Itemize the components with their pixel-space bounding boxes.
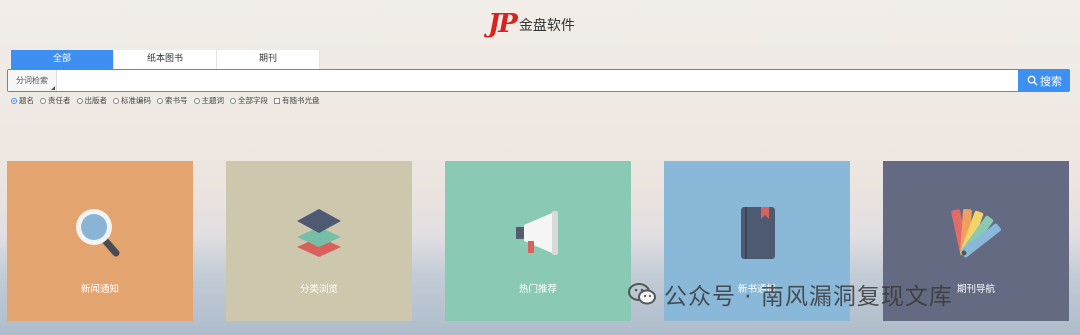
book-icon [741,207,775,259]
color-swatch-icon [951,208,1001,258]
field-option-label: 题名 [19,96,34,105]
field-option-label: 有随书光盘 [282,96,320,105]
search-bar: 分词检索 搜索 [7,69,1070,92]
search-scope-tabs: 全部 纸本图书 期刊 [11,50,320,69]
logo-mark: JP [488,9,518,39]
field-option-label: 责任者 [48,96,71,105]
search-button-label: 搜索 [1040,74,1062,88]
megaphone-icon [516,211,558,255]
field-option-cd-attached[interactable]: 有随书光盘 [274,95,320,106]
field-option-all-fields[interactable]: 全部字段 [230,95,268,106]
layers-icon [297,209,341,257]
card-label: 分类浏览 [299,284,338,295]
field-option-call-number[interactable]: 索书号 [157,95,188,106]
field-option-label: 索书号 [165,96,188,105]
field-option-standard-code[interactable]: 标准编码 [113,95,151,106]
search-type-select[interactable]: 分词检索 [8,70,57,91]
tab-print-books[interactable]: 纸本图书 [114,50,217,69]
field-option-title[interactable]: 题名 [11,95,34,106]
card-categories[interactable]: 分类浏览 [226,161,412,321]
tab-all[interactable]: 全部 [11,50,114,69]
checkbox-icon [274,97,280,104]
field-option-label: 主题词 [201,96,225,105]
logo[interactable]: JP 金盘软件 [488,8,575,38]
wechat-icon [628,283,656,305]
field-option-subject[interactable]: 主题词 [193,95,225,106]
card-hot-recommend[interactable]: 热门推荐 [445,161,631,321]
radio-icon [76,97,83,104]
search-icon [1027,75,1038,86]
search-field-options: 题名 责任者 出版者 标准编码 索书号 主题词 全部字段 有随书光盘 [11,95,326,106]
radio-icon [113,97,119,104]
radio-icon [11,97,17,104]
field-option-author[interactable]: 责任者 [40,95,71,106]
logo-text: 金盘软件 [518,18,575,34]
card-label: 热门推荐 [518,284,557,295]
radio-icon [230,97,236,104]
search-input[interactable] [57,70,1018,91]
watermark: 公众号 · 南风漏洞复现文库 [628,277,953,311]
field-option-label: 出版者 [84,96,108,105]
field-option-label: 全部字段 [238,96,268,105]
card-label: 新闻通知 [80,284,119,295]
magnifier-icon [76,209,120,257]
field-option-label: 标准编码 [121,96,151,105]
dropdown-corner-icon [51,86,55,90]
search-box: 分词检索 [7,69,1019,92]
search-type-label: 分词检索 [16,76,48,85]
search-button[interactable]: 搜索 [1019,69,1070,92]
card-news[interactable]: 新闻通知 [7,161,193,321]
radio-icon [193,97,200,104]
radio-icon [157,97,163,104]
radio-icon [40,97,46,104]
tab-journals[interactable]: 期刊 [217,50,320,69]
field-option-publisher[interactable]: 出版者 [76,95,108,106]
watermark-text: 公众号 · 南风漏洞复现文库 [664,284,953,310]
